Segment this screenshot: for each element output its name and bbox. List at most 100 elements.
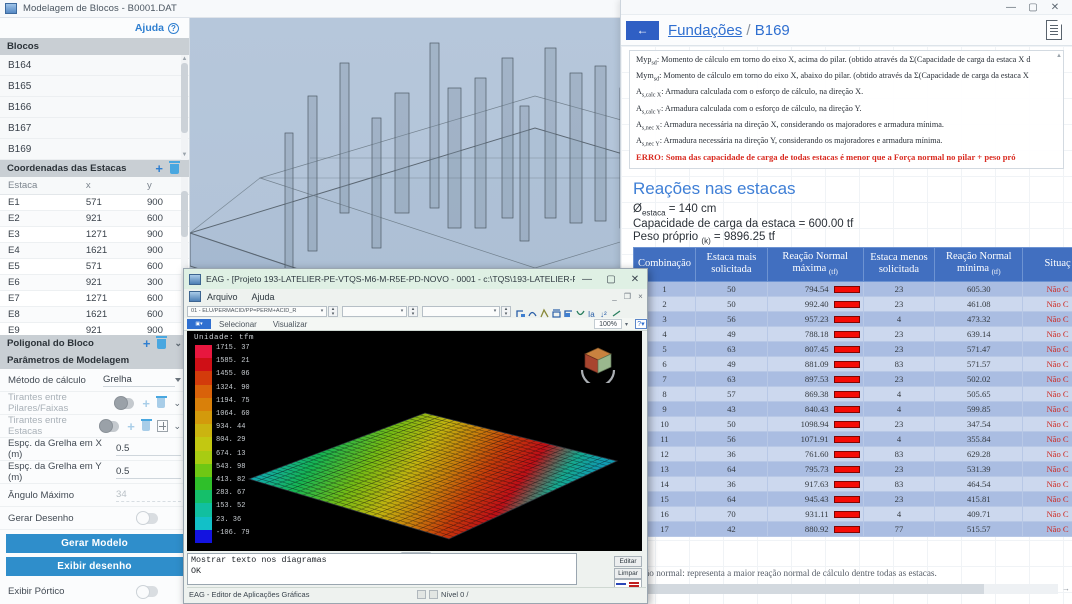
diagram-normal-icon[interactable]: [515, 306, 526, 317]
menu-arquivo[interactable]: Arquivo: [207, 292, 238, 302]
grelha-y-row[interactable]: Espç. da Grelha em Y (m) 0.5: [0, 461, 189, 484]
diagram-envelope-icon[interactable]: [563, 306, 574, 317]
table-row[interactable]: 14 36 917.63 83 464.54 Não C: [633, 475, 1072, 492]
scroll-right-icon[interactable]: →: [1062, 584, 1070, 593]
table-cell[interactable]: E4: [0, 242, 78, 259]
metodo-calculo-value[interactable]: Grelha: [103, 374, 175, 387]
gerar-modelo-button[interactable]: Gerar Modelo: [6, 534, 183, 553]
eag-graphics-canvas[interactable]: Unidade: tfm 1715. 37 1585. 21 1455. 06 132…: [187, 331, 642, 551]
table-row[interactable]: E1 571 900: [0, 194, 189, 211]
table-cell[interactable]: E2: [0, 210, 78, 227]
diagram-torsion-icon[interactable]: [551, 306, 562, 318]
legend-scrollbar[interactable]: ▲: [1056, 53, 1062, 166]
minimize-icon[interactable]: —: [1000, 0, 1022, 14]
table-cell[interactable]: 921: [77, 322, 139, 335]
blocos-list-item[interactable]: B169: [0, 139, 189, 160]
select-all-icon[interactable]: [157, 420, 169, 432]
tirantes-estacas-toggle[interactable]: [98, 419, 120, 433]
tirantes-pilares-toggle[interactable]: [113, 396, 135, 410]
table-row[interactable]: E2 921 600: [0, 210, 189, 227]
document-icon[interactable]: [1046, 20, 1062, 40]
chevron-down-icon[interactable]: ⌄: [173, 398, 181, 409]
gerar-desenho-row[interactable]: Gerar Desenho: [0, 507, 189, 530]
table-row[interactable]: E9 921 900: [0, 322, 189, 335]
load-case-combo[interactable]: 01 - ELU/PERMACID/PP=PERM+ACID_R ▾: [187, 305, 327, 317]
arrow-left-icon[interactable]: ←: [626, 20, 659, 40]
table-row[interactable]: 4 49 788.18 23 639.14 Não C: [633, 325, 1072, 342]
ribbon-app-button[interactable]: ▣▾: [187, 319, 211, 329]
table-row[interactable]: 7 63 897.53 23 502.02 Não C: [633, 370, 1072, 387]
table-row[interactable]: 5 63 807.45 23 571.47 Não C: [633, 340, 1072, 357]
chevron-down-icon[interactable]: ⌄: [173, 421, 181, 432]
chevron-down-icon[interactable]: [175, 378, 181, 382]
tirantes-pilares-row[interactable]: Tirantes entre Pilares/Faixas + ⌄: [0, 392, 189, 415]
question-mark-icon[interactable]: ?: [168, 22, 179, 34]
table-row[interactable]: 11 56 1071.91 4 355.84 Não C: [633, 430, 1072, 447]
scroll-down-icon[interactable]: ▼: [181, 152, 188, 159]
gerar-desenho-toggle[interactable]: [136, 511, 158, 525]
plus-icon[interactable]: +: [155, 162, 163, 175]
table-cell[interactable]: 571: [77, 194, 139, 211]
table-row[interactable]: 6 49 881.09 83 571.57 Não C: [633, 355, 1072, 372]
trash-icon[interactable]: [155, 395, 168, 408]
table-row[interactable]: E6 921 300: [0, 274, 189, 291]
table-cell[interactable]: 1621: [77, 242, 139, 259]
maximize-icon[interactable]: ▢: [1022, 0, 1044, 14]
table-row[interactable]: E7 1271 600: [0, 290, 189, 307]
chevron-down-icon[interactable]: ▾: [491, 308, 499, 314]
tertiary-combo[interactable]: ▾: [422, 305, 500, 317]
table-cell[interactable]: E3: [0, 226, 78, 243]
table-row[interactable]: E5 571 600: [0, 258, 189, 275]
diagram-moment-icon[interactable]: [527, 306, 538, 317]
blocos-list-item[interactable]: B165: [0, 76, 189, 97]
table-cell[interactable]: 1271: [77, 290, 139, 307]
close-icon[interactable]: ✕: [623, 274, 647, 285]
table-cell[interactable]: 921: [77, 274, 139, 291]
mdi-close-icon[interactable]: ×: [634, 292, 647, 301]
table-row[interactable]: 2 50 992.40 23 461.08 Não C: [633, 295, 1072, 312]
exibir-portico-toggle[interactable]: [136, 584, 158, 599]
table-row[interactable]: 9 43 840.43 4 599.85 Não C: [633, 400, 1072, 417]
table-cell[interactable]: E5: [0, 258, 78, 275]
tertiary-spinner[interactable]: ▴ ▾: [501, 305, 511, 317]
load-case-spinner[interactable]: ▴ ▾: [328, 305, 338, 317]
limpar-button[interactable]: Limpar: [614, 568, 642, 579]
table-cell[interactable]: E1: [0, 194, 78, 211]
menu-ajuda[interactable]: Ajuda: [252, 292, 275, 302]
table-row[interactable]: 15 64 945.43 23 415.81 Não C: [633, 490, 1072, 507]
table-cell[interactable]: E9: [0, 322, 78, 335]
table-row[interactable]: 8 57 869.38 4 505.65 Não C: [633, 385, 1072, 402]
plus-icon[interactable]: +: [142, 397, 150, 410]
table-row[interactable]: 13 64 795.73 23 531.39 Não C: [633, 460, 1072, 477]
close-icon[interactable]: ✕: [1044, 0, 1066, 14]
secondary-combo[interactable]: ▾: [342, 305, 407, 317]
chevron-down-icon[interactable]: ▾: [318, 308, 326, 314]
table-row[interactable]: E8 1621 600: [0, 306, 189, 323]
scale-up-icon[interactable]: ↓²: [599, 306, 610, 319]
exibir-desenho-button[interactable]: Exibir desenho: [6, 557, 183, 576]
blocos-list-item[interactable]: B166: [0, 97, 189, 118]
metodo-calculo-row[interactable]: Método de cálculo Grelha: [0, 369, 189, 392]
chevron-down-icon[interactable]: ▾: [398, 308, 406, 314]
breadcrumb-root[interactable]: Fundações: [668, 22, 742, 39]
chevron-down-icon[interactable]: ▾: [625, 321, 628, 328]
plus-icon[interactable]: +: [127, 420, 135, 433]
table-row[interactable]: 10 50 1098.94 23 347.54 Não C: [633, 415, 1072, 432]
maximize-icon[interactable]: ▢: [599, 274, 623, 285]
command-console[interactable]: Mostrar texto nos diagramas OK: [187, 553, 577, 585]
trash-icon[interactable]: [156, 336, 168, 349]
help-link[interactable]: Ajuda: [135, 22, 164, 34]
table-row[interactable]: 17 42 880.92 77 515.57 Não C: [633, 520, 1072, 537]
table-cell[interactable]: E8: [0, 306, 78, 323]
trash-icon[interactable]: [169, 161, 180, 174]
blocos-list-item[interactable]: B167: [0, 118, 189, 139]
table-row[interactable]: 1 50 794.54 23 605.30 Não C: [633, 280, 1072, 297]
coordenadas-table-wrap[interactable]: Estaca x y E1 571 900 E2 921 600 E3 1271 900 E4 1621 9…: [0, 177, 189, 335]
grelha-x-input[interactable]: 0.5: [116, 443, 181, 456]
scroll-up-icon[interactable]: ▲: [181, 56, 188, 63]
table-cell[interactable]: E6: [0, 274, 78, 291]
table-row[interactable]: E4 1621 900: [0, 242, 189, 259]
blocos-list-item[interactable]: B164: [0, 55, 189, 76]
table-row[interactable]: 3 56 957.23 4 473.32 Não C: [633, 310, 1072, 327]
blocos-scrollbar[interactable]: [181, 55, 188, 160]
